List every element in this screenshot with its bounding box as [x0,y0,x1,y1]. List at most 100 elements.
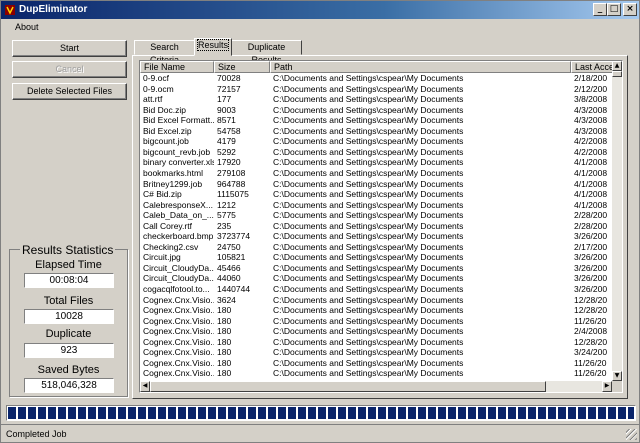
table-row[interactable]: att.rtf 177 C:\Documents and Settings\cspe… [140,94,612,105]
table-row[interactable]: Cognex.Cnx.Visio... 180 C:\Documents and S… [140,326,612,337]
cell-path: C:\Documents and Settings\cspear\My Docu… [273,231,464,242]
cell-path: C:\Documents and Settings\cspear\My Docu… [273,210,464,221]
elapsed-time-label: Elapsed Time [35,259,102,271]
results-list[interactable]: File Name Size Path Last Acce 0-9.ocf 700… [139,60,623,393]
table-row[interactable]: 0-9.ocf 70028 C:\Documents and Settings\cs… [140,73,612,84]
close-button[interactable]: × [623,3,637,16]
table-row[interactable]: Cognex.Cnx.Visio... 180 C:\Documents and S… [140,347,612,358]
cell-path: C:\Documents and Settings\cspear\My Docu… [273,157,464,168]
table-row[interactable]: Cognex.Cnx.Visio... 180 C:\Documents and S… [140,368,612,379]
cell-file-name: Checking2.csv [143,241,199,252]
table-row[interactable]: Cognex.Cnx.Visio... 3624 C:\Documents and … [140,295,612,306]
tab-results[interactable]: Results [194,38,232,56]
column-header-path[interactable]: Path [270,61,571,73]
table-row[interactable]: Checking2.csv 24750 C:\Documents and Setti… [140,242,612,253]
cell-file-name: C# Bid.zip [143,189,182,200]
table-row[interactable]: Cognex.Cnx.Visio... 180 C:\Documents and S… [140,358,612,369]
scroll-left-button[interactable]: ◀ [140,381,150,392]
cell-last-access: 2/28/200 [574,210,608,221]
title-bar[interactable]: DupEliminator _ □ × [1,1,639,19]
cell-path: C:\Documents and Settings\cspear\My Docu… [273,189,464,200]
minimize-button[interactable]: _ [593,3,607,16]
cell-path: C:\Documents and Settings\cspear\My Docu… [273,104,464,115]
table-row[interactable]: Britney1299.job 964788 C:\Documents and Se… [140,179,612,190]
results-list-header: File Name Size Path Last Acce [140,61,613,73]
table-row[interactable]: binary converter.xls 17920 C:\Documents an… [140,157,612,168]
table-row[interactable]: Bid Doc.zip 9003 C:\Documents and Settings… [140,105,612,116]
table-row[interactable]: bigcount_revb.job 5292 C:\Documents and Se… [140,147,612,158]
cell-size: 180 [217,347,232,358]
column-header-file-name[interactable]: File Name [140,61,214,73]
cell-file-name: Call Corey.rtf [143,220,192,231]
results-list-rows: 0-9.ocf 70028 C:\Documents and Settings\cs… [140,73,612,381]
tab-search-criteria[interactable]: Search Criteria [134,40,195,65]
cell-file-name: Cognex.Cnx.Visio... [143,294,214,305]
cell-last-access: 3/26/200 [574,262,608,273]
start-button[interactable]: Start [12,40,127,57]
progress-bar [6,405,636,421]
cell-path: C:\Documents and Settings\cspear\My Docu… [273,125,464,136]
column-header-size[interactable]: Size [214,61,270,73]
cell-size: 235 [217,220,232,231]
table-row[interactable]: Circuit.jpg 105821 C:\Documents and Settin… [140,252,612,263]
table-row[interactable]: cogacqlfotool.to... 1440744 C:\Documents a… [140,284,612,295]
cancel-button[interactable]: Cancel [12,61,127,78]
resize-grip-icon[interactable] [626,429,637,440]
cell-last-access: 3/26/200 [574,284,608,294]
status-bar: Completed Job [1,424,639,442]
menu-about[interactable]: About [15,22,39,32]
cell-path: C:\Documents and Settings\cspear\My Docu… [273,115,464,126]
cell-file-name: cogacqlfotool.to... [143,284,210,294]
cell-last-access: 11/26/20 [574,368,607,379]
table-row[interactable]: 0-9.ocm 72157 C:\Documents and Settings\cs… [140,84,612,95]
table-row[interactable]: checkerboard.bmp 3723774 C:\Documents and … [140,231,612,242]
delete-selected-files-button[interactable]: Delete Selected Files [12,83,127,100]
table-row[interactable]: bookmarks.html 279108 C:\Documents and Set… [140,168,612,179]
table-row[interactable]: Circuit_CloudyDa... 45466 C:\Documents and… [140,263,612,274]
scroll-up-button[interactable]: ▲ [612,61,622,71]
cell-path: C:\Documents and Settings\cspear\My Docu… [273,357,464,368]
cell-last-access: 3/26/200 [574,252,608,263]
maximize-button[interactable]: □ [607,3,621,16]
cell-file-name: Cognex.Cnx.Visio... [143,368,214,379]
scroll-left-arrow-icon: ◀ [142,382,148,389]
cell-size: 54758 [217,125,241,136]
table-row[interactable]: Call Corey.rtf 235 C:\Documents and Settin… [140,221,612,232]
table-row[interactable]: Bid Excel.zip 54758 C:\Documents and Setti… [140,126,612,137]
cell-path: C:\Documents and Settings\cspear\My Docu… [273,220,464,231]
table-row[interactable]: Bid Excel Formatt... 8571 C:\Documents and… [140,115,612,126]
cell-size: 180 [217,357,232,368]
table-row[interactable]: Cognex.Cnx.Visio... 180 C:\Documents and S… [140,305,612,316]
cell-file-name: Cognex.Cnx.Visio... [143,315,214,326]
cell-path: C:\Documents and Settings\cspear\My Docu… [273,284,464,294]
cell-last-access: 4/3/2008 [574,125,608,136]
table-row[interactable]: Caleb_Data_on_... 5775 C:\Documents and Se… [140,210,612,221]
table-row[interactable]: Cognex.Cnx.Visio... 180 C:\Documents and S… [140,316,612,327]
vertical-scrollbar[interactable]: ▲ ▼ [612,61,622,381]
vertical-scroll-thumb[interactable] [612,71,622,77]
table-row[interactable]: bigcount.job 4179 C:\Documents and Setting… [140,136,612,147]
cell-last-access: 3/26/200 [574,273,608,284]
cell-file-name: binary converter.xls [143,157,214,168]
maximize-icon: □ [609,4,619,14]
cell-size: 180 [217,326,232,337]
cell-last-access: 11/26/20 [574,315,607,326]
column-header-last-access[interactable]: Last Acce [571,61,613,73]
horizontal-scroll-thumb[interactable] [150,381,546,392]
cell-size: 279108 [217,167,246,178]
cell-size: 4179 [217,136,236,147]
cell-size: 44060 [217,273,241,284]
table-row[interactable]: CalebresponseX... 1212 C:\Documents and Se… [140,200,612,211]
tab-duplicate-results[interactable]: Duplicate Results [231,40,302,65]
horizontal-scrollbar[interactable]: ◀ ▶ [140,381,612,392]
cell-size: 180 [217,315,232,326]
table-row[interactable]: Circuit_CloudyDa... 44060 C:\Documents and… [140,273,612,284]
cell-file-name: Cognex.Cnx.Visio... [143,336,214,347]
cell-last-access: 4/3/2008 [574,104,608,115]
duplicate-value: 923 [24,343,114,358]
scroll-down-button[interactable]: ▼ [612,371,622,381]
cell-size: 5775 [217,210,236,221]
table-row[interactable]: C# Bid.zip 1115075 C:\Documents and Settin… [140,189,612,200]
table-row[interactable]: Cognex.Cnx.Visio... 180 C:\Documents and S… [140,337,612,348]
scroll-right-button[interactable]: ▶ [602,381,612,392]
